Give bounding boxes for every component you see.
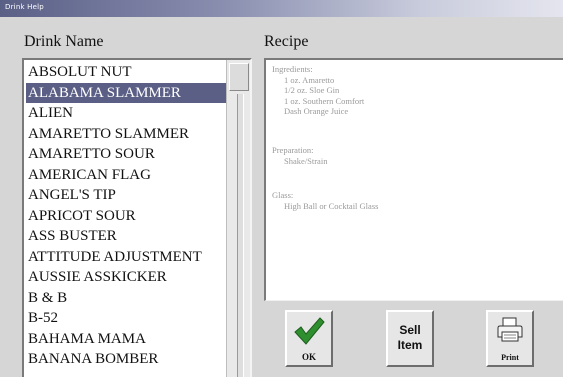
ingredient-line: 1/2 oz. Sloe Gin [284, 85, 340, 95]
title-bar: Drink Help [0, 0, 563, 17]
ok-button[interactable]: OK [285, 310, 333, 367]
sell-label-line1: Sell [399, 323, 421, 337]
preparation-label: Preparation: [272, 145, 314, 155]
list-item[interactable]: ALABAMA SLAMMER [26, 82, 226, 103]
list-item[interactable]: ANGEL'S TIP [26, 185, 226, 206]
list-item[interactable]: B-52 [26, 308, 226, 329]
sell-item-button[interactable]: Sell Item [386, 310, 434, 367]
list-item[interactable]: APRICOT SOUR [26, 206, 226, 227]
ingredient-line: 1 oz. Amaretto [284, 74, 335, 85]
list-item[interactable]: AUSSIE ASSKICKER [26, 267, 226, 288]
print-button[interactable]: Print [486, 310, 534, 367]
recipe-panel: Ingredients: 1 oz. Amaretto 1/2 oz. Sloe… [264, 58, 563, 301]
preparation-section: Preparation: Shake/Strain [272, 145, 327, 166]
glass-label: Glass: [272, 190, 294, 200]
print-button-label: Print [501, 353, 519, 362]
sell-label-line2: Item [397, 338, 423, 352]
sell-item-label: Sell Item [388, 323, 432, 353]
ok-button-label: OK [301, 352, 316, 362]
glass-value: High Ball or Cocktail Glass [284, 200, 379, 211]
scrollbar-track[interactable] [237, 94, 244, 377]
window-title: Drink Help [5, 3, 44, 11]
recipe-header: Recipe [264, 33, 309, 50]
list-item[interactable]: ASS BUSTER [26, 226, 226, 247]
list-item[interactable]: ALIEN [26, 103, 226, 124]
list-item[interactable]: BAHAMA MAMA [26, 329, 226, 350]
list-item[interactable]: AMARETTO SOUR [26, 144, 226, 165]
list-item[interactable]: ABSOLUT NUT [26, 62, 226, 83]
checkmark-icon [294, 317, 325, 345]
list-item[interactable]: AMARETTO SLAMMER [26, 124, 226, 145]
list-item[interactable]: BANANA BOMBER [26, 349, 226, 370]
scrollbar-thumb[interactable] [229, 63, 249, 91]
drink-list: ABSOLUT NUT ALABAMA SLAMMER ALIEN AMARET… [26, 62, 226, 370]
ingredient-line: Dash Orange Juice [284, 106, 349, 116]
ingredients-section: Ingredients: 1 oz. Amaretto 1/2 oz. Sloe… [272, 64, 364, 117]
drink-listbox[interactable]: ABSOLUT NUT ALABAMA SLAMMER ALIEN AMARET… [22, 58, 252, 377]
list-item[interactable]: AMERICAN FLAG [26, 165, 226, 186]
drink-help-window: Drink Help Drink Name Recipe ABSOLUT NUT… [0, 0, 563, 377]
ingredient-line: 1 oz. Southern Comfort [284, 95, 365, 106]
vertical-scrollbar[interactable] [226, 60, 250, 377]
list-item[interactable]: ATTITUDE ADJUSTMENT [26, 247, 226, 268]
ingredients-label: Ingredients: [272, 64, 313, 74]
glass-section: Glass: High Ball or Cocktail Glass [272, 190, 378, 211]
drink-name-header: Drink Name [24, 33, 104, 50]
printer-icon [497, 317, 523, 342]
preparation-value: Shake/Strain [284, 155, 328, 166]
list-item[interactable]: B & B [26, 288, 226, 309]
